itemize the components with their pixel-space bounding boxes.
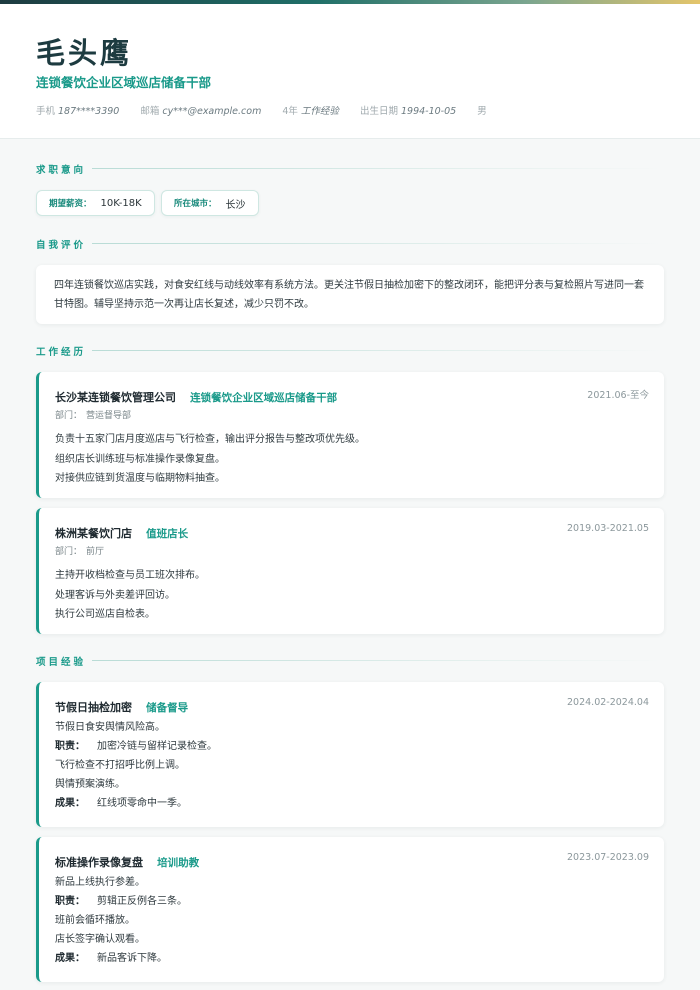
project-heading: 节假日抽检加密 储备督导 bbox=[55, 696, 188, 715]
duty-line: 执行公司巡店自检表。 bbox=[55, 609, 155, 620]
work-position: 值班店长 bbox=[146, 528, 189, 540]
summary-text: 四年连锁餐饮巡店实践，对食安红线与动线效率有系统方法。更关注节假日抽检加密下的整… bbox=[54, 280, 644, 310]
email-label: 邮箱 bbox=[140, 106, 160, 117]
target-role: 连锁餐饮企业区域巡店储备干部 bbox=[36, 75, 212, 90]
city-chip: 所在城市： 长沙 bbox=[161, 190, 259, 216]
contact-meta: 手机 187****3390 邮箱 cy***@example.com 4年 工作经验… bbox=[36, 103, 490, 117]
result-value: 红线项零命中一季。 bbox=[97, 798, 187, 809]
city-label: 所在城市： bbox=[174, 199, 217, 209]
duty-line: 组织店长训练班与标准操作录像复盘。 bbox=[55, 453, 225, 465]
experience-years: 4年 bbox=[282, 106, 298, 117]
duty-line: 对接供应链到货温度与临期物料抽查。 bbox=[55, 473, 225, 484]
department-label: 部门： bbox=[55, 411, 83, 421]
summary-card: 四年连锁餐饮巡店实践，对食安红线与动线效率有系统方法。更关注节假日抽检加密下的整… bbox=[36, 265, 664, 324]
section-divider bbox=[92, 168, 664, 169]
project-duty-row: 职责： 剪辑正反例各三条。 bbox=[55, 892, 187, 911]
project-result-row: 成果： 新品客诉下降。 bbox=[55, 949, 187, 968]
work-company: 长沙某连锁餐饮管理公司 bbox=[55, 391, 176, 404]
section-title-summary: 自我评价 bbox=[36, 240, 87, 251]
duty-line: 加密冷链与留样记录检查。 bbox=[97, 741, 217, 752]
section-divider bbox=[92, 350, 664, 351]
project-description: 新品上线执行参差。 bbox=[55, 877, 145, 888]
work-date: 2021.06-至今 bbox=[587, 390, 649, 401]
project-body: 新品上线执行参差。 职责： 剪辑正反例各三条。 班前会循环播放。 店长签字确认观看… bbox=[55, 873, 187, 968]
city-value: 长沙 bbox=[225, 199, 246, 211]
project-card: 节假日抽检加密 储备督导 2024.02-2024.04 节假日食安舆情风险高。… bbox=[36, 682, 664, 827]
duty-line: 剪辑正反例各三条。 bbox=[97, 896, 187, 907]
candidate-name: 毛头鹰 bbox=[36, 36, 133, 70]
result-value: 新品客诉下降。 bbox=[97, 953, 167, 964]
project-name: 节假日抽检加密 bbox=[55, 701, 132, 714]
work-card: 长沙某连锁餐饮管理公司 连锁餐饮企业区域巡店储备干部 2021.06-至今 部门… bbox=[36, 372, 664, 498]
section-divider bbox=[92, 660, 664, 661]
project-role: 储备督导 bbox=[146, 702, 189, 714]
section-title-intent: 求职意向 bbox=[36, 165, 87, 176]
work-department: 部门： 营运督导部 bbox=[55, 408, 131, 421]
result-label: 成果： bbox=[55, 798, 85, 809]
section-divider bbox=[92, 243, 664, 244]
project-heading: 标准操作录像复盘 培训助教 bbox=[55, 851, 199, 870]
work-department: 部门： 前厅 bbox=[55, 544, 104, 557]
project-role: 培训助教 bbox=[157, 857, 200, 869]
project-body: 节假日食安舆情风险高。 职责： 加密冷链与留样记录检查。 飞行检查不打招呼比例上调… bbox=[55, 718, 217, 813]
work-date: 2019.03-2021.05 bbox=[567, 523, 649, 534]
section-title-projects: 项目经验 bbox=[36, 657, 87, 668]
gender-value: 男 bbox=[477, 106, 487, 117]
project-name: 标准操作录像复盘 bbox=[55, 856, 143, 869]
resume-header: 毛头鹰 连锁餐饮企业区域巡店储备干部 手机 187****3390 邮箱 cy***… bbox=[0, 4, 700, 139]
project-card: 标准操作录像复盘 培训助教 2023.07-2023.09 新品上线执行参差。 … bbox=[36, 837, 664, 982]
section-title-work: 工作经历 bbox=[36, 347, 87, 358]
birth-label: 出生日期 bbox=[359, 106, 398, 117]
work-heading: 长沙某连锁餐饮管理公司 连锁餐饮企业区域巡店储备干部 bbox=[55, 386, 337, 405]
duty-line: 舆情预案演练。 bbox=[55, 779, 125, 790]
work-duties: 主持开收档检查与员工班次排布。 处理客诉与外卖差评回访。 执行公司巡店自检表。 bbox=[55, 566, 205, 625]
duty-line: 班前会循环播放。 bbox=[55, 915, 135, 926]
salary-value: 10K-18K bbox=[100, 197, 142, 209]
duty-line: 店长签字确认观看。 bbox=[55, 934, 145, 945]
project-date: 2024.02-2024.04 bbox=[567, 697, 649, 708]
duty-label: 职责： bbox=[55, 896, 85, 907]
project-date: 2023.07-2023.09 bbox=[567, 852, 649, 863]
project-result-row: 成果： 红线项零命中一季。 bbox=[55, 794, 217, 813]
project-description: 节假日食安舆情风险高。 bbox=[55, 722, 165, 733]
work-position: 连锁餐饮企业区域巡店储备干部 bbox=[190, 392, 338, 404]
duty-line: 处理客诉与外卖差评回访。 bbox=[55, 589, 175, 601]
birth-value: 1994-10-05 bbox=[400, 106, 457, 117]
phone-value: 187****3390 bbox=[58, 106, 120, 117]
email-value: cy***@example.com bbox=[162, 106, 262, 117]
department-label: 部门： bbox=[55, 547, 83, 557]
work-heading: 株洲某餐饮门店 值班店长 bbox=[55, 522, 188, 541]
work-duties: 负责十五家门店月度巡店与飞行检查，输出评分报告与整改项优先级。 组织店长训练班与… bbox=[55, 430, 365, 489]
duty-line: 主持开收档检查与员工班次排布。 bbox=[55, 570, 205, 581]
phone-label: 手机 bbox=[36, 106, 56, 117]
work-card: 株洲某餐饮门店 值班店长 2019.03-2021.05 部门： 前厅 主持开收档… bbox=[36, 508, 664, 634]
project-duty-row: 职责： 加密冷链与留样记录检查。 bbox=[55, 737, 217, 756]
experience-label: 工作经验 bbox=[300, 106, 339, 117]
work-company: 株洲某餐饮门店 bbox=[55, 527, 132, 540]
duty-label: 职责： bbox=[55, 741, 85, 752]
duty-line: 飞行检查不打招呼比例上调。 bbox=[55, 760, 185, 771]
department-value: 前厅 bbox=[86, 547, 105, 557]
department-value: 营运督导部 bbox=[86, 411, 132, 421]
duty-line: 负责十五家门店月度巡店与飞行检查，输出评分报告与整改项优先级。 bbox=[55, 434, 365, 445]
salary-label: 期望薪资： bbox=[49, 199, 92, 209]
salary-chip: 期望薪资： 10K-18K bbox=[36, 190, 155, 216]
result-label: 成果： bbox=[55, 953, 85, 964]
